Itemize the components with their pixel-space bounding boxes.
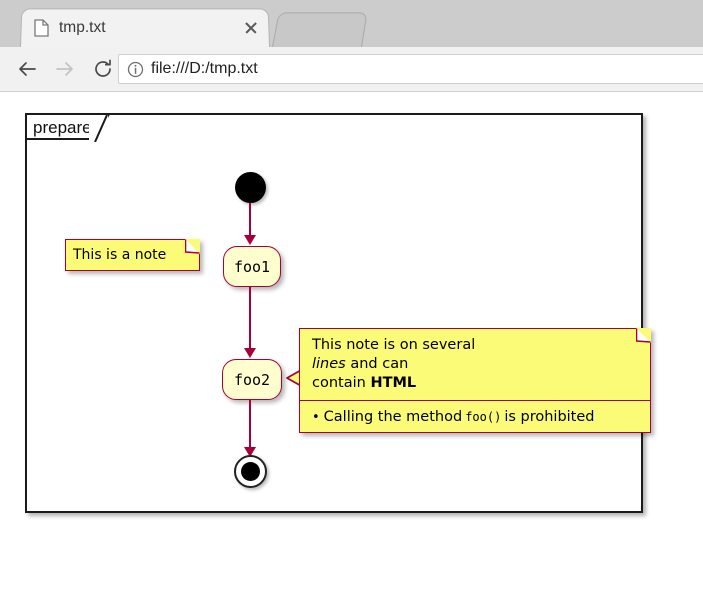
- forward-button[interactable]: [46, 50, 84, 88]
- tab-title: tmp.txt: [59, 19, 106, 36]
- reload-button[interactable]: [84, 50, 122, 88]
- edge-foo1-foo2-arrowhead: [244, 348, 256, 358]
- tab-new-placeholder[interactable]: [272, 12, 368, 47]
- state-foo2[interactable]: foo2: [222, 359, 282, 400]
- page-content: prepare foo1 foo2 This is a note This no…: [0, 93, 703, 613]
- browser-toolbar: file:///D:/tmp.txt: [0, 47, 703, 92]
- tab-strip: tmp.txt: [0, 0, 703, 47]
- url-text: file:///D:/tmp.txt: [151, 60, 258, 77]
- note-right-line-3: contain HTML: [312, 374, 417, 391]
- state-foo2-label: foo2: [233, 370, 271, 389]
- activity-partition: prepare foo1 foo2 This is a note This no…: [25, 113, 651, 513]
- note-right-separator: [300, 400, 650, 401]
- reload-icon: [95, 59, 111, 77]
- back-arrow-icon: [19, 62, 36, 76]
- state-foo1-label: foo1: [233, 257, 271, 276]
- edge-foo1-foo2: [249, 287, 251, 349]
- note-left: This is a note: [65, 239, 200, 271]
- note-right-line-1: This note is on several: [312, 337, 476, 353]
- address-bar[interactable]: file:///D:/tmp.txt: [118, 54, 703, 84]
- note-right: This note is on several lines and can co…: [299, 328, 651, 433]
- forward-arrow-icon: [56, 62, 73, 76]
- close-icon[interactable]: [242, 19, 260, 37]
- partition-label: prepare: [27, 115, 110, 140]
- note-right-bullet-prefix: Calling the method: [323, 409, 463, 425]
- tab-tmp-txt-content[interactable]: tmp.txt: [20, 8, 270, 47]
- final-node: [234, 455, 267, 488]
- note-right-italic-word: lines: [312, 355, 346, 372]
- note-fold-corner-icon: [185, 239, 200, 254]
- note-left-text: This is a note: [73, 247, 167, 263]
- note-right-bullet-suffix: is prohibited: [504, 409, 595, 425]
- initial-node: [235, 172, 266, 203]
- note-right-bullet-code: foo(): [465, 410, 502, 424]
- bullet-marker-icon: •: [312, 409, 320, 425]
- note-right-bold-word: HTML: [370, 374, 417, 391]
- note-right-body: This note is on several lines and can co…: [300, 329, 650, 401]
- note-right-line-2: lines and can: [312, 355, 409, 372]
- document-icon: [34, 18, 49, 37]
- edge-foo2-end: [249, 400, 251, 448]
- info-circle-icon[interactable]: [127, 61, 144, 78]
- state-foo1[interactable]: foo1: [223, 246, 281, 287]
- back-button[interactable]: [8, 50, 46, 88]
- edge-start-foo1-arrowhead: [244, 235, 256, 245]
- note-right-bullet: • Calling the method foo() is prohibited: [300, 402, 650, 432]
- edge-start-foo1: [249, 203, 251, 236]
- browser-window: tmp.txt file:///D:/tmp.txt: [0, 0, 703, 96]
